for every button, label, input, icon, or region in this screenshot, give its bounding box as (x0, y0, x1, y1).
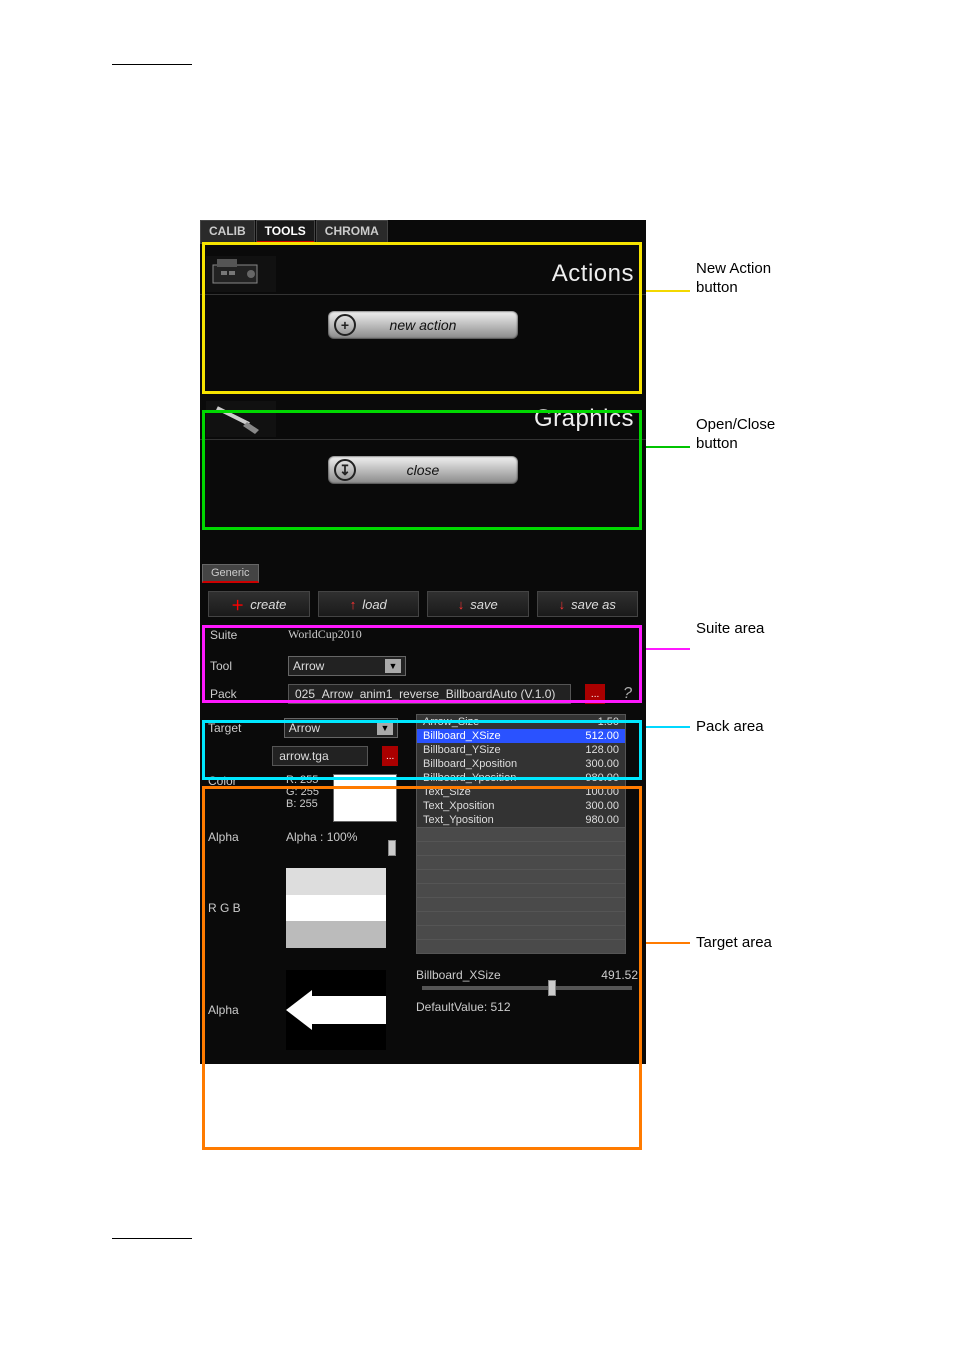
target-file: arrow.tga (272, 746, 368, 766)
color-r: R: 255 (286, 774, 319, 786)
tool-select[interactable]: Arrow ▼ (288, 656, 406, 676)
save-as-button[interactable]: ↓ save as (537, 591, 639, 617)
app-panel: CALIB TOOLS CHROMA Actions + new action … (200, 220, 646, 1064)
color-b: B: 255 (286, 798, 319, 810)
plus-icon: ＋ (231, 595, 244, 614)
new-action-button[interactable]: + new action (328, 311, 518, 339)
color-g: G: 255 (286, 786, 319, 798)
tool-label: Tool (210, 659, 274, 673)
graphics-section: Graphics ↧ close (200, 389, 646, 504)
callout-new-action: New Action button (696, 260, 806, 298)
new-action-label: new action (390, 317, 457, 333)
default-value: DefaultValue: 512 (416, 1000, 638, 1014)
help-icon[interactable]: ? (619, 685, 636, 703)
suite-label: Suite (210, 628, 274, 642)
rgb-preview (286, 868, 386, 948)
close-label: close (407, 462, 440, 478)
pack-browse-button[interactable]: ... (585, 684, 605, 704)
callout-target: Target area (696, 934, 772, 953)
value-slider[interactable] (422, 986, 632, 990)
graphics-title: Graphics (534, 405, 634, 433)
page-rule-top (112, 64, 192, 65)
chevron-down-icon: ▼ (377, 721, 393, 735)
slider-name: Billboard_XSize (416, 968, 501, 982)
list-item: Arrow_Size1.50 (417, 715, 625, 729)
save-as-label: save as (571, 597, 616, 612)
list-item: Billboard_YSize128.00 (417, 743, 625, 757)
list-item: Text_Yposition980.00 (417, 813, 625, 827)
save-label: save (470, 597, 497, 612)
alpha-preview (286, 970, 386, 1050)
rgb-label: R G B (208, 901, 272, 915)
lead-graphics (646, 446, 690, 448)
tab-tools[interactable]: TOOLS (256, 220, 315, 244)
suite-value: WorldCup2010 (288, 627, 362, 642)
actions-title: Actions (552, 260, 634, 288)
target-select[interactable]: Arrow ▼ (284, 718, 398, 738)
list-item: Billboard_Yposition980.00 (417, 771, 625, 785)
plus-icon: + (334, 314, 356, 336)
pack-value: 025_Arrow_anim1_reverse_BillboardAuto (V… (288, 684, 571, 704)
alpha-label: Alpha (208, 830, 272, 844)
target-select-value: Arrow (289, 721, 320, 735)
list-item: Text_Size100.00 (417, 785, 625, 799)
target-area: Target Arrow ▼ arrow.tga ... Color R: 25… (200, 708, 646, 1064)
tab-generic[interactable]: Generic (202, 564, 259, 583)
file-browse-button[interactable]: ... (382, 746, 398, 766)
collapse-icon: ↧ (334, 459, 356, 481)
arrow-down-icon: ↓ (559, 597, 566, 612)
lead-actions (646, 290, 690, 292)
pack-value-text: 025_Arrow_anim1_reverse_BillboardAuto (V… (295, 687, 555, 701)
lead-pack (646, 726, 690, 728)
create-label: create (250, 597, 286, 612)
property-list[interactable]: Arrow_Size1.50 Billboard_XSize512.00 Bil… (416, 714, 626, 954)
console-icon (206, 256, 276, 292)
target-label: Target (208, 721, 270, 735)
target-file-text: arrow.tga (279, 749, 328, 763)
lead-suite (646, 648, 690, 650)
tool-value: Arrow (293, 659, 324, 673)
close-button[interactable]: ↧ close (328, 456, 518, 484)
list-item: Billboard_XSize512.00 (417, 729, 625, 743)
chevron-down-icon: ▼ (385, 659, 401, 673)
suite-area: ＋ create ↑ load ↓ save ↓ save as Suite World… (200, 583, 646, 646)
callout-suite: Suite area (696, 620, 764, 639)
arrow-down-icon: ↓ (458, 597, 465, 612)
load-label: load (362, 597, 387, 612)
tab-chroma[interactable]: CHROMA (316, 220, 388, 244)
pack-label: Pack (210, 687, 274, 701)
brush-icon (206, 401, 276, 437)
tab-strip: CALIB TOOLS CHROMA (200, 220, 646, 244)
create-button[interactable]: ＋ create (208, 591, 310, 617)
color-label: Color (208, 774, 272, 788)
alpha2-label: Alpha (208, 1003, 272, 1017)
arrow-up-icon: ↑ (350, 597, 357, 612)
callout-open-close: Open/Close button (696, 416, 816, 454)
save-button[interactable]: ↓ save (427, 591, 529, 617)
load-button[interactable]: ↑ load (318, 591, 420, 617)
list-item: Billboard_Xposition300.00 (417, 757, 625, 771)
actions-section: Actions + new action (200, 244, 646, 359)
lead-target (646, 942, 690, 944)
page-rule-bottom (112, 1238, 192, 1239)
callout-pack: Pack area (696, 718, 764, 737)
slider-value: 491.52 (601, 968, 638, 982)
tab-calib[interactable]: CALIB (200, 220, 255, 244)
pack-area: Tool Arrow ▼ Pack 025_Arrow_anim1_revers… (200, 646, 646, 708)
alpha-value: Alpha : 100% (286, 830, 357, 844)
list-item: Text_Xposition300.00 (417, 799, 625, 813)
color-swatch[interactable] (333, 774, 397, 822)
